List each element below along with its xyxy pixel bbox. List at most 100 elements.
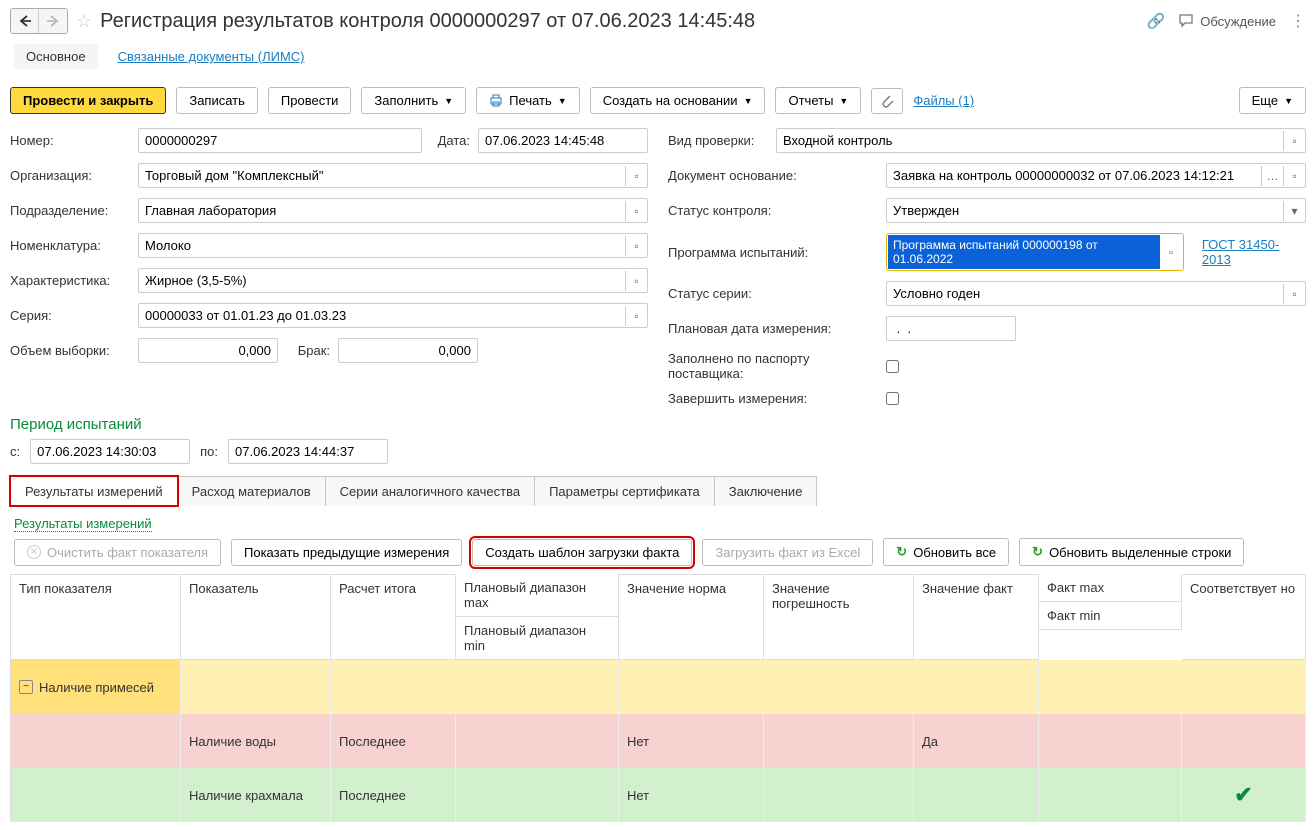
ellipsis-icon[interactable]: … (1261, 166, 1283, 186)
date-input[interactable] (478, 128, 648, 153)
load-excel-button: Загрузить факт из Excel (702, 539, 873, 566)
open-icon[interactable]: ▫ (625, 236, 647, 256)
th-indicator: Показатель (181, 574, 331, 660)
finish-checkbox[interactable] (886, 392, 899, 405)
passport-checkbox[interactable] (886, 360, 899, 373)
caret-down-icon: ▼ (558, 96, 567, 106)
nom-input[interactable]: ▫ (138, 233, 648, 258)
create-based-button[interactable]: Создать на основании▼ (590, 87, 766, 114)
open-icon[interactable]: ▫ (625, 201, 647, 221)
forward-button[interactable] (39, 9, 67, 33)
tab-cert-params[interactable]: Параметры сертификата (534, 476, 715, 506)
open-icon[interactable]: ▫ (625, 166, 647, 186)
reports-button[interactable]: Отчеты▼ (775, 87, 861, 114)
dept-label: Подразделение: (10, 203, 130, 218)
post-and-close-button[interactable]: Провести и закрыть (10, 87, 166, 114)
discuss-button[interactable]: Обсуждение (1179, 14, 1276, 29)
program-label: Программа испытаний: (668, 245, 878, 260)
x-circle-icon: ✕ (27, 545, 41, 559)
nav-history[interactable] (10, 8, 68, 34)
cell-calc: Последнее (331, 768, 456, 822)
nav-tab-linked[interactable]: Связанные документы (ЛИМС) (118, 44, 305, 69)
create-template-button[interactable]: Создать шаблон загрузки факта (472, 539, 692, 566)
tab-analog-series[interactable]: Серии аналогичного качества (325, 476, 535, 506)
plan-date-input[interactable]: 🗓 (886, 316, 1016, 341)
table-row[interactable]: Наличие воды Последнее Нет Да (11, 714, 1306, 768)
series-status-label: Статус серии: (668, 286, 878, 301)
open-icon[interactable]: ▫ (1160, 245, 1182, 259)
nom-label: Номенклатура: (10, 238, 130, 253)
program-selected-value: Программа испытаний 000000198 от 01.06.2… (888, 235, 1160, 269)
series-input[interactable]: ▫ (138, 303, 648, 328)
update-all-button[interactable]: ↻Обновить все (883, 538, 1009, 566)
check-type-label: Вид проверки: (668, 133, 768, 148)
collapse-icon[interactable]: − (19, 680, 33, 694)
status-label: Статус контроля: (668, 203, 878, 218)
tab-results[interactable]: Результаты измерений (10, 476, 178, 506)
date-label: Дата: (430, 133, 470, 148)
sample-input[interactable] (138, 338, 278, 363)
tab-conclusion[interactable]: Заключение (714, 476, 818, 506)
program-input-highlighted[interactable]: Программа испытаний 000000198 от 01.06.2… (886, 233, 1184, 271)
basis-input[interactable]: …▫ (886, 163, 1306, 188)
fill-button[interactable]: Заполнить▼ (361, 87, 466, 114)
gost-link[interactable]: ГОСТ 31450-2013 (1202, 237, 1306, 267)
sample-label: Объем выборки: (10, 343, 130, 358)
th-type: Тип показателя (11, 574, 181, 660)
period-to-label: по: (200, 444, 218, 459)
refresh-icon: ↻ (1032, 544, 1043, 560)
check-icon: ✔ (1190, 782, 1297, 808)
number-input[interactable] (138, 128, 422, 153)
caret-down-icon: ▼ (744, 96, 753, 106)
link-icon[interactable]: 🔗 (1147, 12, 1166, 30)
favorite-icon[interactable]: ☆ (76, 11, 92, 32)
defect-input[interactable] (338, 338, 478, 363)
period-from-input[interactable] (30, 439, 190, 464)
char-label: Характеристика: (10, 273, 130, 288)
tab-materials[interactable]: Расход материалов (177, 476, 326, 506)
caret-down-icon: ▼ (839, 96, 848, 106)
nav-tab-main[interactable]: Основное (14, 44, 98, 69)
th-fact: Значение факт (914, 574, 1039, 660)
open-icon[interactable]: ▫ (625, 306, 647, 326)
series-label: Серия: (10, 308, 130, 323)
cell-norm: Нет (619, 768, 764, 822)
period-to-input[interactable] (228, 439, 388, 464)
table-row[interactable]: −Наличие примесей (11, 660, 1306, 714)
show-prev-button[interactable]: Показать предыдущие измерения (231, 539, 462, 566)
check-type-input[interactable]: ▫ (776, 128, 1306, 153)
table-row[interactable]: Наличие крахмала Последнее Нет ✔ (11, 768, 1306, 822)
basis-label: Документ основание: (668, 168, 878, 183)
results-table: Тип показателя Показатель Расчет итога П… (10, 574, 1306, 822)
char-input[interactable]: ▫ (138, 268, 648, 293)
back-button[interactable] (11, 9, 39, 33)
open-icon[interactable]: ▫ (1283, 166, 1305, 186)
series-status-input[interactable]: ▫ (886, 281, 1306, 306)
open-icon[interactable]: ▫ (1283, 131, 1305, 151)
th-plan-min: Плановый диапазон min (456, 617, 619, 660)
more-button[interactable]: Еще▼ (1239, 87, 1306, 114)
dropdown-icon[interactable]: ▾ (1283, 201, 1305, 221)
th-plan-max: Плановый диапазон max (456, 574, 619, 617)
clear-fact-button: ✕Очистить факт показателя (14, 539, 221, 566)
files-link[interactable]: Файлы (1) (913, 93, 974, 108)
post-button[interactable]: Провести (268, 87, 352, 114)
status-input[interactable]: ▾ (886, 198, 1306, 223)
kebab-menu-icon[interactable]: ⋮ (1290, 11, 1306, 31)
org-input[interactable]: ▫ (138, 163, 648, 188)
cell-fact: Да (914, 714, 1039, 768)
update-selected-button[interactable]: ↻Обновить выделенные строки (1019, 538, 1244, 566)
print-button[interactable]: Печать▼ (476, 87, 580, 114)
results-sublink[interactable]: Результаты измерений (14, 516, 152, 532)
open-icon[interactable]: ▫ (625, 271, 647, 291)
table-header: Тип показателя Показатель Расчет итога П… (11, 574, 1306, 660)
attach-button[interactable] (871, 88, 903, 114)
printer-icon (489, 94, 503, 107)
cell-calc: Последнее (331, 714, 456, 768)
dept-input[interactable]: ▫ (138, 198, 648, 223)
number-label: Номер: (10, 133, 130, 148)
cell-indicator: Наличие крахмала (181, 768, 331, 822)
save-button[interactable]: Записать (176, 87, 258, 114)
open-icon[interactable]: ▫ (1283, 284, 1305, 304)
org-label: Организация: (10, 168, 130, 183)
